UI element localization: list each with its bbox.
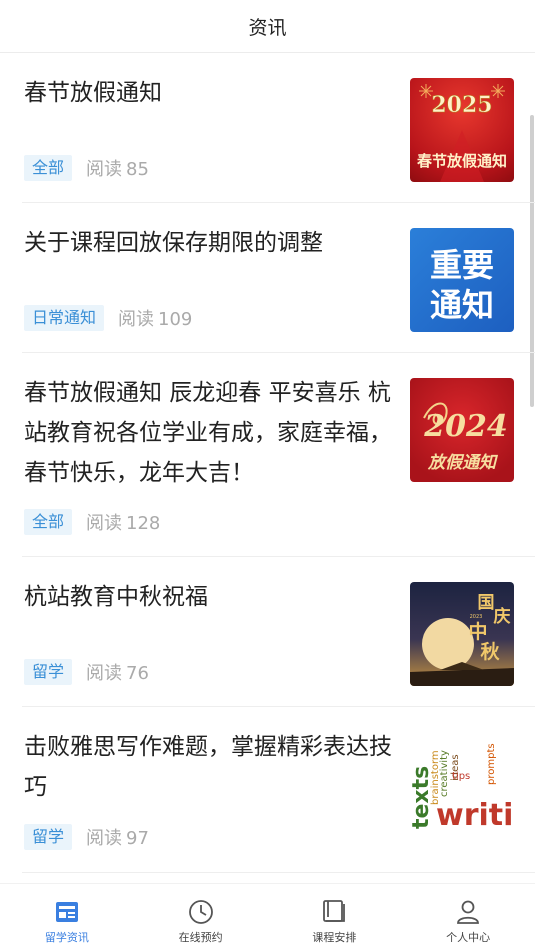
read-count: 阅读 97: [86, 824, 149, 850]
read-count: 阅读 76: [86, 659, 149, 685]
thumb-caption-text: 放假通知: [427, 453, 499, 473]
news-thumbnail[interactable]: 2024 放假通知: [410, 378, 514, 482]
read-number: 109: [158, 309, 193, 330]
read-number: 76: [126, 663, 149, 684]
read-number: 128: [126, 513, 161, 534]
news-meta: 日常通知 阅读 109: [24, 305, 192, 331]
tab-label: 留学资讯: [44, 931, 89, 944]
thumb-text-guo: 国: [478, 593, 495, 613]
read-label: 阅读: [118, 309, 155, 330]
category-tag: 全部: [24, 509, 73, 535]
read-label: 阅读: [86, 513, 123, 534]
news-thumbnail[interactable]: 国 庆 中 秋 2023: [410, 582, 514, 686]
word-tips: tips: [452, 771, 470, 782]
thumb-text-line2: 通知: [430, 286, 494, 324]
read-number: 97: [126, 828, 149, 849]
tab-label: 在线预约: [178, 931, 223, 944]
news-thumbnail[interactable]: 重要 通知: [410, 228, 514, 332]
tab-label: 个人中心: [446, 931, 491, 944]
clock-icon: [187, 898, 215, 926]
read-label: 阅读: [86, 828, 123, 849]
read-label: 阅读: [86, 159, 123, 180]
news-item[interactable]: 春节放假通知 辰龙迎春 平安喜乐 杭站教育祝各位学业有成，家庭幸福，春节快乐，龙…: [22, 353, 535, 557]
news-meta: 留学 阅读 97: [24, 824, 149, 850]
thumb-text-zhong: 中: [468, 620, 487, 643]
category-tag: 留学: [24, 659, 73, 685]
read-count: 阅读 85: [86, 155, 149, 181]
read-count: 阅读 109: [118, 305, 192, 331]
news-title[interactable]: 春节放假通知 辰龙迎春 平安喜乐 杭站教育祝各位学业有成，家庭幸福，春节快乐，龙…: [24, 373, 392, 493]
category-tag: 全部: [24, 155, 73, 181]
thumb-year-text: 2025: [431, 92, 492, 118]
word-cloud-image: texts brainstorm creativity ideas tips p…: [410, 743, 513, 833]
category-tag: 留学: [24, 824, 73, 850]
read-label: 阅读: [86, 663, 123, 684]
fireworks-image: 2025 春节放假通知: [417, 84, 507, 182]
tab-personal-center[interactable]: 个人中心: [401, 884, 535, 951]
tab-label: 课程安排: [312, 931, 357, 944]
person-icon: [454, 898, 482, 926]
notice-image: 重要 通知: [430, 246, 494, 324]
thumb-year-text: 2024: [423, 409, 508, 444]
word-prompts: prompts: [486, 743, 497, 785]
thumb-caption-text: 春节放假通知: [417, 152, 507, 170]
read-count: 阅读 128: [86, 509, 160, 535]
dragon-year-image: 2024 放假通知: [423, 402, 508, 473]
news-thumbnail[interactable]: texts brainstorm creativity ideas tips p…: [410, 735, 514, 839]
word-creativity: creativity: [439, 750, 450, 797]
word-writing: writi: [436, 798, 513, 833]
news-title[interactable]: 关于课程回放保存期限的调整: [24, 223, 392, 263]
news-title[interactable]: 杭站教育中秋祝福: [24, 577, 392, 617]
mid-autumn-image: 国 庆 中 秋 2023: [410, 593, 514, 686]
news-title[interactable]: 春节放假通知: [24, 73, 392, 113]
thumb-text-qing: 庆: [494, 606, 511, 627]
thumb-text-line1: 重要: [430, 246, 494, 284]
news-item[interactable]: 杭站教育中秋祝福 留学 阅读 76 国 庆 中 秋 2023: [22, 557, 535, 707]
news-item[interactable]: 关于课程回放保存期限的调整 日常通知 阅读 109 重要 通知: [22, 203, 535, 353]
thumb-text-qiu: 秋: [480, 640, 500, 663]
news-item[interactable]: 春节放假通知 全部 阅读 85 2025 春节放假通知: [22, 53, 535, 203]
news-icon: [53, 898, 81, 926]
thumb-year-text: 2023: [470, 614, 483, 620]
news-item[interactable]: 击败雅思写作难题，掌握精彩表达技巧 留学 阅读 97 texts brainsto…: [22, 707, 535, 873]
tab-study-abroad-news[interactable]: 留学资讯: [0, 884, 134, 951]
news-meta: 全部 阅读 85: [24, 155, 149, 181]
read-number: 85: [126, 159, 149, 180]
news-meta: 留学 阅读 76: [24, 659, 149, 685]
tab-course-schedule[interactable]: 课程安排: [268, 884, 402, 951]
bottom-tab-bar: 留学资讯 在线预约 课程安排 个人中心: [0, 883, 535, 951]
category-tag: 日常通知: [24, 305, 105, 331]
news-thumbnail[interactable]: 2025 春节放假通知: [410, 78, 514, 182]
page-title: 资讯: [248, 16, 287, 39]
news-title[interactable]: 击败雅思写作难题，掌握精彩表达技巧: [24, 727, 392, 807]
tab-online-booking[interactable]: 在线预约: [134, 884, 268, 951]
book-icon: [320, 898, 348, 926]
news-feed[interactable]: 春节放假通知 全部 阅读 85 2025 春节放假通知 关于课程回放保存期限的调整…: [0, 53, 535, 883]
news-meta: 全部 阅读 128: [24, 509, 160, 535]
top-header: 资讯: [0, 0, 535, 53]
